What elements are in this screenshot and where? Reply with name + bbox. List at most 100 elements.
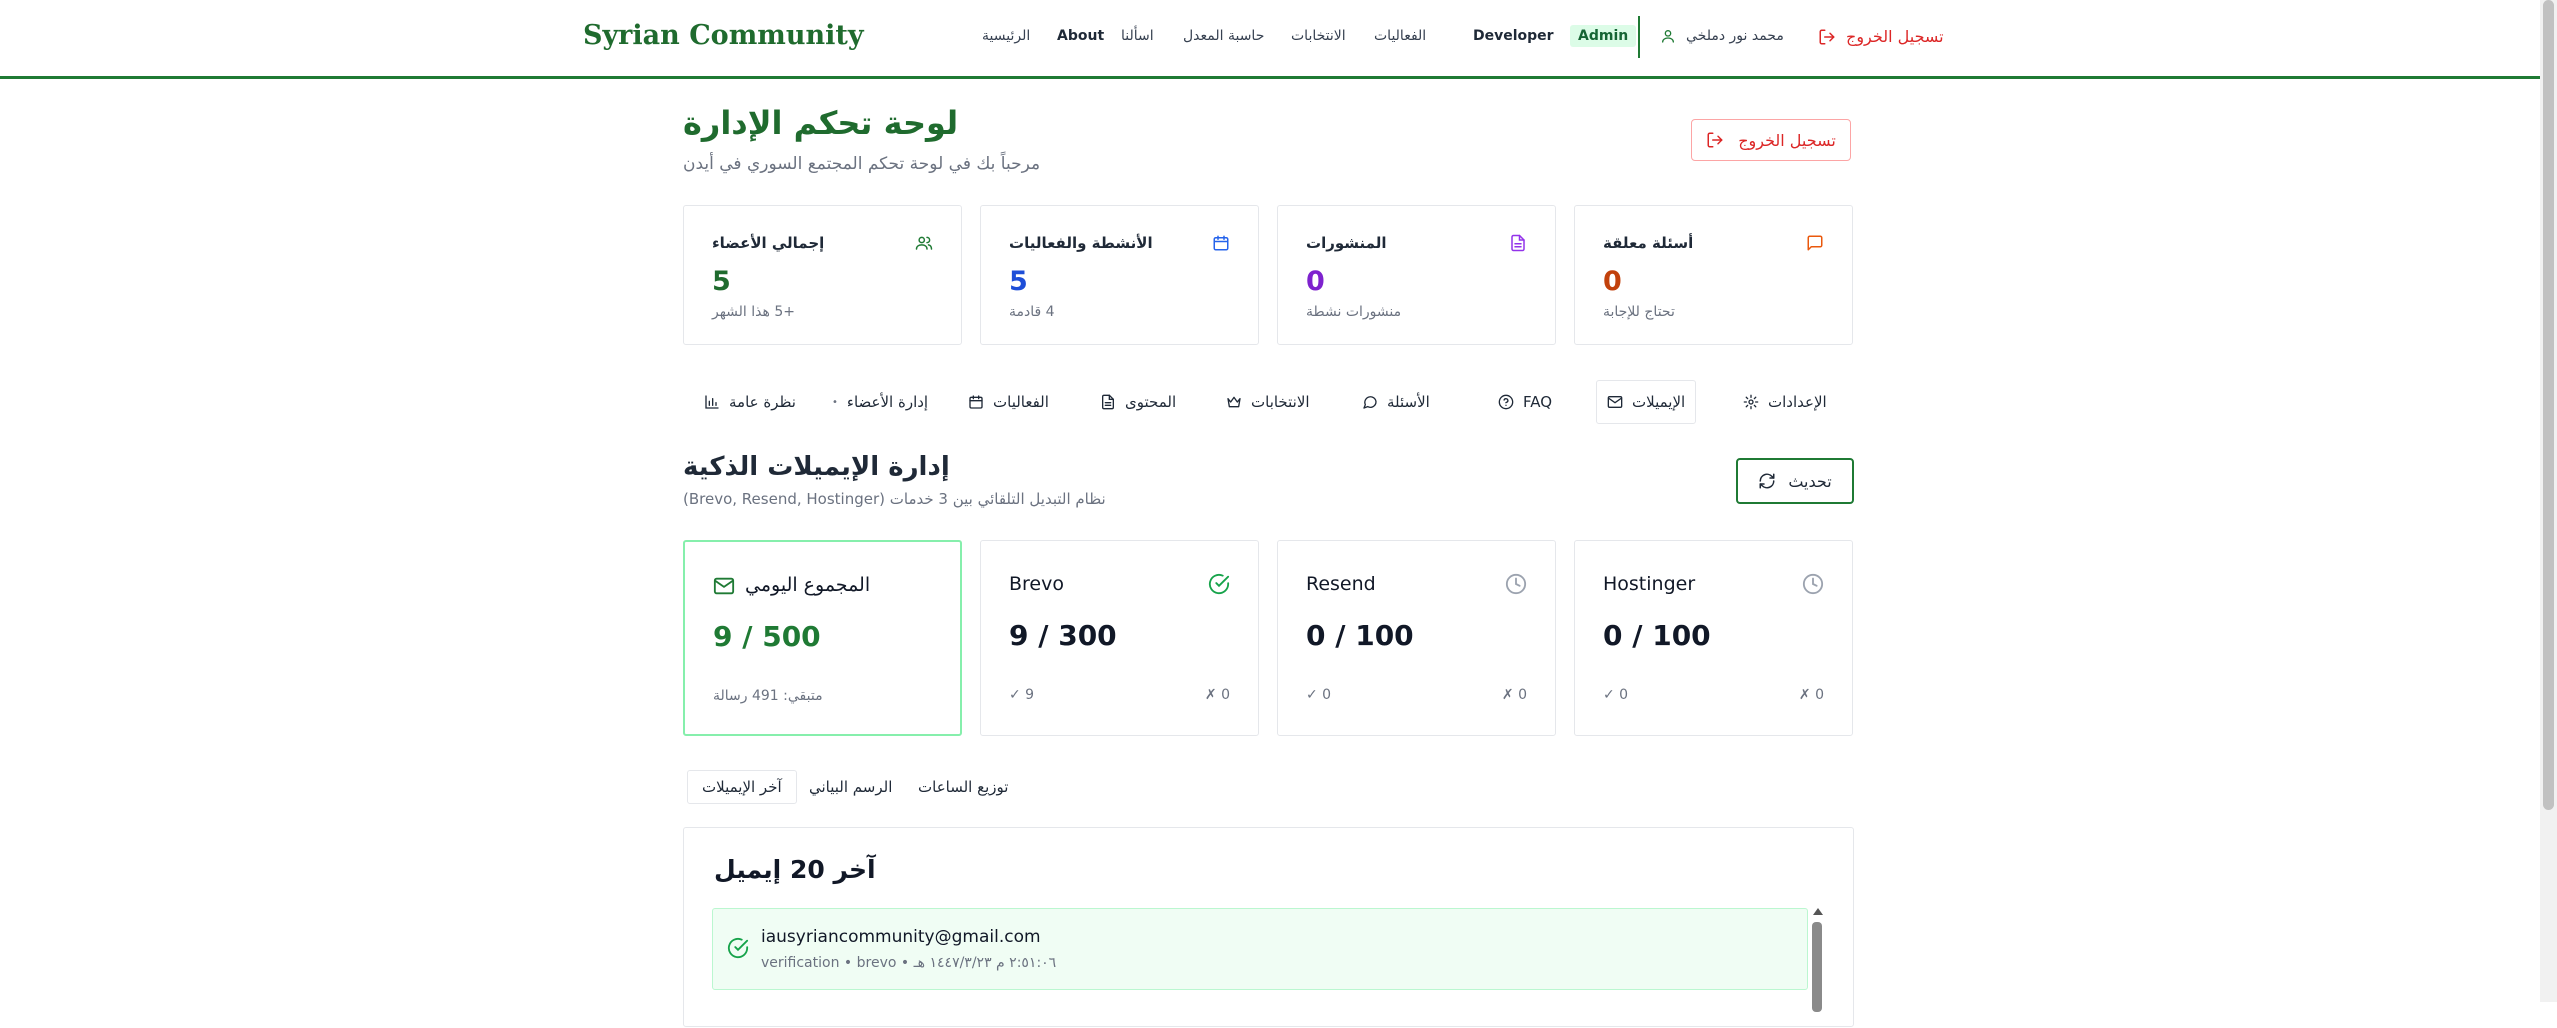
email-total-value: 9 / 500	[713, 620, 821, 653]
dot-icon: •	[832, 396, 838, 408]
stat-value: 0	[1603, 266, 1622, 297]
recent-emails-title: آخر 20 إيميل	[714, 855, 876, 884]
user-name: محمد نور دملخي	[1686, 28, 1784, 44]
stat-title: المنشورات	[1306, 234, 1387, 252]
scroll-thumb[interactable]	[1812, 922, 1822, 1012]
tab-members[interactable]: • إدارة الأعضاء	[822, 380, 938, 424]
tab-overview[interactable]: نظرة عامة	[694, 380, 806, 424]
admin-badge[interactable]: Admin	[1570, 25, 1637, 47]
clock-icon	[1802, 573, 1824, 595]
provider-fail-count: ✗ 0	[1501, 687, 1527, 703]
tab-label: إدارة الأعضاء	[846, 393, 929, 411]
user-profile-link[interactable]: محمد نور دملخي	[1660, 28, 1784, 44]
tab-label: الفعاليات	[993, 393, 1049, 411]
stat-title: أسئلة معلقة	[1603, 234, 1694, 252]
page-title: لوحة تحكم الإدارة	[683, 104, 959, 142]
site-logo[interactable]: Syrian Community	[583, 20, 864, 51]
stat-title: إجمالي الأعضاء	[712, 234, 825, 252]
tab-events[interactable]: الفعاليات	[958, 380, 1059, 424]
provider-success-count: ✓ 9	[1009, 687, 1035, 703]
chat-icon	[1807, 235, 1823, 251]
nav-home[interactable]: الرئيسية	[982, 28, 1030, 44]
nav-ask-us[interactable]: اسألنا	[1121, 28, 1154, 44]
stat-card-events: الأنشطة والفعاليات 5 4 قادمة	[980, 205, 1259, 345]
calendar-icon	[969, 395, 983, 409]
document-icon	[1511, 234, 1525, 252]
refresh-button[interactable]: تحديث	[1736, 458, 1854, 504]
tab-content[interactable]: المحتوى	[1090, 380, 1186, 424]
email-remaining: متبقي: 491 رسالة	[713, 688, 823, 704]
gear-icon	[1743, 394, 1759, 410]
provider-name: Brevo	[1009, 573, 1064, 595]
nav-events[interactable]: الفعاليات	[1374, 28, 1426, 44]
provider-fail-count: ✗ 0	[1798, 687, 1824, 703]
nav-about[interactable]: About	[1057, 28, 1104, 44]
logout-icon	[1707, 132, 1723, 148]
provider-name: Resend	[1306, 573, 1376, 595]
stat-subtext: 4 قادمة	[1009, 304, 1055, 320]
stat-subtext: تحتاج للإجابة	[1603, 304, 1675, 320]
provider-card-resend: Resend 0 / 100 ✓ 0 ✗ 0	[1277, 540, 1556, 736]
recent-list-scrollbar[interactable]	[1812, 908, 1824, 1028]
page-scroll-thumb[interactable]	[2543, 0, 2554, 810]
stat-value: 0	[1306, 266, 1325, 297]
header-logout-label: تسجيل الخروج	[1846, 27, 1944, 46]
page-scrollbar[interactable]	[2540, 0, 2557, 1002]
header-divider	[1638, 16, 1640, 58]
mail-icon	[713, 577, 735, 595]
check-circle-icon	[1208, 573, 1230, 595]
nav-developer[interactable]: Developer	[1473, 28, 1554, 44]
email-total-card: المجموع اليومي 9 / 500 متبقي: 491 رسالة	[683, 540, 962, 736]
email-section-subtitle: (Brevo, Resend, Hostinger) نظام التبديل …	[683, 490, 1106, 508]
refresh-label: تحديث	[1788, 471, 1832, 491]
email-total-label: المجموع اليومي	[745, 574, 871, 596]
calendar-icon	[1213, 235, 1229, 251]
provider-success-count: ✓ 0	[1306, 687, 1332, 703]
email-section-title: إدارة الإيميلات الذكية	[683, 452, 950, 482]
subtab-recent-emails[interactable]: آخر الإيميلات	[687, 770, 797, 804]
tab-label: الإيميلات	[1632, 393, 1686, 411]
check-circle-icon	[727, 937, 749, 959]
chart-icon	[705, 395, 719, 409]
provider-fail-count: ✗ 0	[1204, 687, 1230, 703]
nav-elections[interactable]: الانتخابات	[1291, 28, 1346, 44]
help-icon	[1498, 394, 1514, 410]
document-icon	[1102, 394, 1114, 410]
provider-card-hostinger: Hostinger 0 / 100 ✓ 0 ✗ 0	[1574, 540, 1853, 736]
tab-label: المحتوى	[1125, 393, 1177, 411]
tab-settings[interactable]: الإعدادات	[1733, 380, 1837, 424]
email-address: iausyriancommunity@gmail.com	[761, 927, 1041, 947]
clock-icon	[1505, 573, 1527, 595]
top-navbar: Syrian Community الرئيسية About اسألنا ح…	[0, 0, 2540, 79]
user-icon	[1662, 30, 1674, 43]
scroll-up-arrow-icon[interactable]	[1813, 908, 1823, 915]
tab-faq[interactable]: FAQ	[1488, 380, 1562, 424]
stat-title: الأنشطة والفعاليات	[1009, 234, 1153, 252]
stat-value: 5	[712, 266, 731, 297]
provider-usage: 0 / 100	[1306, 619, 1414, 652]
provider-card-brevo: Brevo 9 / 300 ✓ 9 ✗ 0	[980, 540, 1259, 736]
logout-button-label: تسجيل الخروج	[1738, 130, 1836, 150]
mail-icon	[1607, 396, 1623, 408]
provider-success-count: ✓ 0	[1603, 687, 1629, 703]
subtab-hour-distribution[interactable]: توزيع الساعات	[904, 770, 1022, 804]
crown-icon	[1227, 396, 1241, 408]
stat-subtext: +5 هذا الشهر	[712, 304, 795, 320]
nav-gpa-calculator[interactable]: حاسبة المعدل	[1183, 28, 1264, 44]
tab-label: الإعدادات	[1768, 393, 1827, 411]
logout-button[interactable]: تسجيل الخروج	[1691, 119, 1851, 161]
page-subtitle: مرحباً بك في لوحة تحكم المجتمع السوري في…	[683, 154, 1041, 174]
email-row[interactable]: iausyriancommunity@gmail.com verificatio…	[712, 908, 1808, 990]
tab-emails[interactable]: الإيميلات	[1596, 380, 1697, 424]
provider-name: Hostinger	[1603, 573, 1696, 595]
stat-value: 5	[1009, 266, 1028, 297]
tab-label: نظرة عامة	[729, 393, 796, 411]
header-logout-button[interactable]: تسجيل الخروج	[1818, 27, 1944, 46]
logout-icon	[1819, 29, 1835, 44]
subtab-chart[interactable]: الرسم البياني	[795, 770, 906, 804]
tab-elections[interactable]: الانتخابات	[1216, 380, 1320, 424]
provider-usage: 9 / 300	[1009, 619, 1117, 652]
provider-usage: 0 / 100	[1603, 619, 1711, 652]
tab-questions[interactable]: الأسئلة	[1352, 380, 1440, 424]
stat-card-members: إجمالي الأعضاء 5 +5 هذا الشهر	[683, 205, 962, 345]
